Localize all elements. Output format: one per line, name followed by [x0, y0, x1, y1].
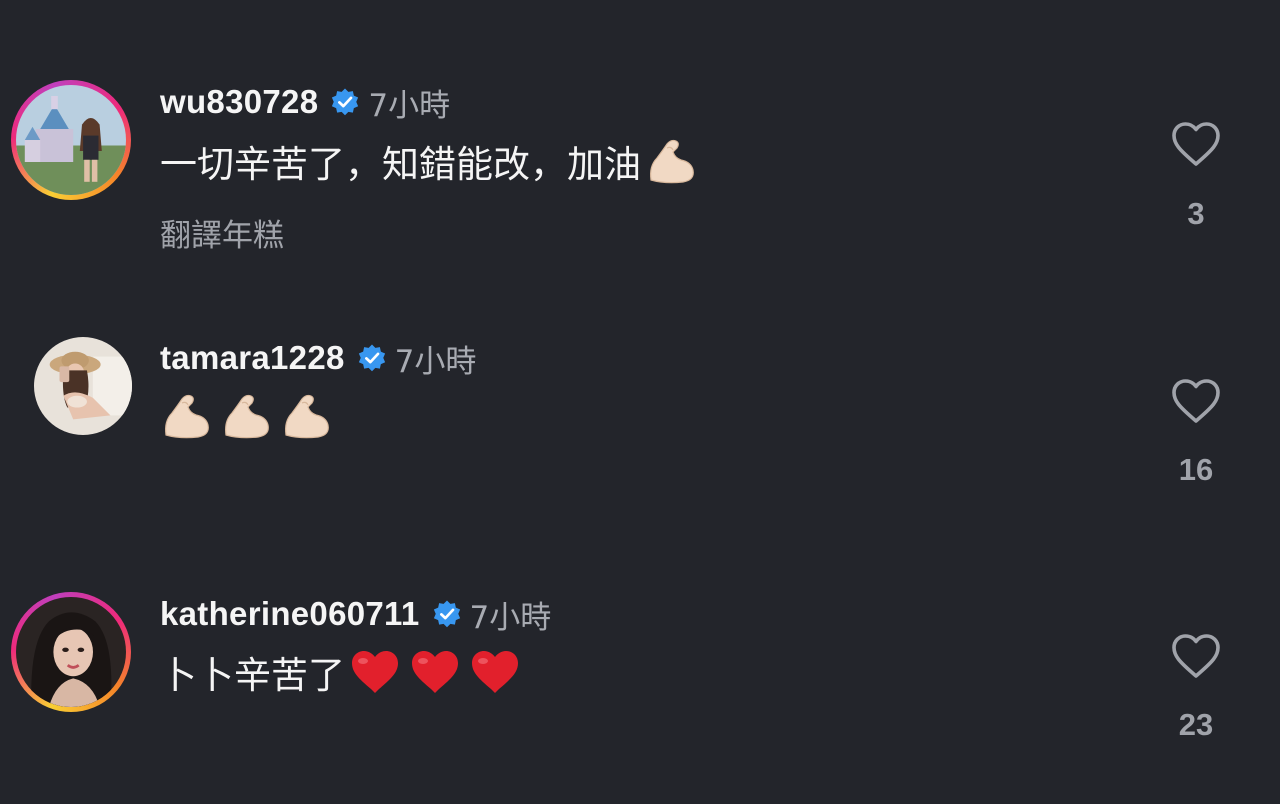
- flexed-biceps-emoji: [285, 394, 329, 439]
- translate-link[interactable]: 翻譯年糕: [160, 210, 284, 255]
- username[interactable]: katherine060711: [160, 595, 420, 633]
- comment-header: wu830728 7小時: [160, 82, 451, 124]
- comment-text-content: 卜卜辛苦了: [160, 654, 345, 697]
- like-count: 16: [1178, 452, 1214, 487]
- verified-badge-icon: [433, 600, 460, 628]
- red-heart-emoji: [472, 651, 518, 693]
- avatar-image: [34, 337, 132, 435]
- heart-outline-icon[interactable]: [1170, 120, 1222, 168]
- comment-text: [160, 390, 332, 442]
- timestamp: 7小時: [368, 87, 451, 124]
- red-heart-emoji: [352, 651, 398, 693]
- heart-outline-icon[interactable]: [1170, 632, 1222, 680]
- comment-header: tamara1228 7小時: [160, 338, 477, 380]
- timestamp: 7小時: [469, 599, 552, 636]
- comment-header: katherine060711 7小時: [160, 594, 552, 636]
- avatar[interactable]: [11, 80, 131, 200]
- red-heart-emoji: [412, 651, 458, 693]
- flexed-biceps-emoji: [650, 139, 694, 184]
- avatar-image: [16, 597, 126, 707]
- avatar[interactable]: [34, 337, 132, 435]
- flexed-biceps-emoji: [225, 394, 269, 439]
- verified-badge-icon: [332, 88, 359, 116]
- avatar[interactable]: [11, 592, 131, 712]
- comment-text: 卜卜辛苦了: [160, 646, 521, 698]
- avatar-image: [16, 85, 126, 195]
- timestamp: 7小時: [394, 343, 477, 380]
- verified-badge-icon: [358, 344, 385, 372]
- like-count: 23: [1178, 707, 1214, 742]
- username[interactable]: tamara1228: [160, 339, 345, 377]
- comment-text: 一切辛苦了，知錯能改，加油: [160, 136, 697, 186]
- like-count: 3: [1187, 196, 1205, 231]
- flexed-biceps-emoji: [165, 394, 209, 439]
- comment-text-content: 一切辛苦了，知錯能改，加油: [160, 143, 641, 186]
- heart-outline-icon[interactable]: [1170, 377, 1222, 425]
- username[interactable]: wu830728: [160, 83, 318, 121]
